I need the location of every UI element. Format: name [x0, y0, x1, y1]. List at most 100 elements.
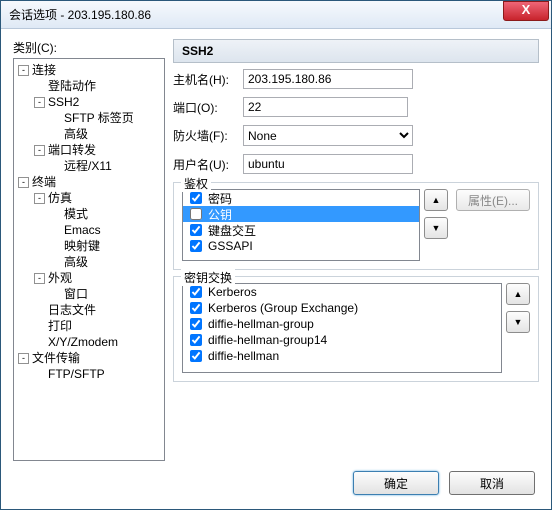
expand-icon[interactable]: -	[34, 273, 45, 284]
auth-title: 鉴权	[181, 175, 211, 192]
expand-icon[interactable]: -	[18, 177, 29, 188]
kex-listbox[interactable]: KerberosKerberos (Group Exchange)diffie-…	[182, 283, 502, 373]
kex-item-label: Kerberos (Group Exchange)	[208, 301, 358, 315]
list-item[interactable]: diffie-hellman-group	[183, 316, 501, 332]
firewall-select[interactable]: None	[243, 125, 413, 146]
tree-node[interactable]: FTP/SFTP	[14, 366, 164, 382]
auth-move-up-button[interactable]: ▲	[424, 189, 448, 211]
tree-node[interactable]: SFTP 标签页	[14, 110, 164, 126]
session-options-dialog: 会话选项 - 203.195.180.86 X 类别(C): -连接登陆动作-S…	[0, 0, 552, 510]
auth-checkbox[interactable]	[190, 192, 202, 204]
expand-icon[interactable]: -	[34, 193, 45, 204]
tree-label: 高级	[64, 254, 88, 270]
username-label: 用户名(U):	[173, 156, 237, 173]
tree-node[interactable]: 窗口	[14, 286, 164, 302]
auth-item-label: 公钥	[208, 206, 232, 223]
cancel-button[interactable]: 取消	[449, 471, 535, 495]
expand-icon[interactable]: -	[18, 65, 29, 76]
list-item[interactable]: diffie-hellman-group14	[183, 332, 501, 348]
tree-node[interactable]: 模式	[14, 206, 164, 222]
auth-checkbox[interactable]	[190, 208, 202, 220]
kex-item-label: diffie-hellman	[208, 349, 279, 363]
tree-node[interactable]: X/Y/Zmodem	[14, 334, 164, 350]
tree-label: 远程/X11	[64, 158, 112, 174]
tree-label: SSH2	[48, 94, 79, 110]
tree-label: 模式	[64, 206, 88, 222]
tree-node[interactable]: -端口转发	[14, 142, 164, 158]
tree-label: Emacs	[64, 222, 101, 238]
tree-node[interactable]: 日志文件	[14, 302, 164, 318]
kex-item-label: diffie-hellman-group14	[208, 333, 327, 347]
expand-icon[interactable]: -	[34, 145, 45, 156]
tree-node[interactable]: 高级	[14, 126, 164, 142]
auth-listbox[interactable]: 密码公钥键盘交互GSSAPI	[182, 189, 420, 261]
list-item[interactable]: Kerberos (Group Exchange)	[183, 300, 501, 316]
tree-node[interactable]: 登陆动作	[14, 78, 164, 94]
kex-group: 密钥交换 KerberosKerberos (Group Exchange)di…	[173, 276, 539, 382]
tree-node[interactable]: -文件传输	[14, 350, 164, 366]
tree-node[interactable]: 远程/X11	[14, 158, 164, 174]
tree-label: 高级	[64, 126, 88, 142]
dialog-body: 类别(C): -连接登陆动作-SSH2SFTP 标签页高级-端口转发远程/X11…	[1, 29, 551, 509]
list-item[interactable]: 公钥	[183, 206, 419, 222]
port-input[interactable]	[243, 97, 408, 117]
firewall-label: 防火墙(F):	[173, 127, 237, 144]
auth-item-label: 密码	[208, 190, 232, 207]
down-arrow-icon: ▼	[432, 223, 441, 233]
host-label: 主机名(H):	[173, 71, 237, 88]
kex-checkbox[interactable]	[190, 334, 202, 346]
tree-node[interactable]: -终端	[14, 174, 164, 190]
category-label: 类别(C):	[13, 39, 165, 56]
tree-label: 文件传输	[32, 350, 80, 366]
list-item[interactable]: diffie-hellman	[183, 348, 501, 364]
tree-label: 窗口	[64, 286, 88, 302]
category-tree[interactable]: -连接登陆动作-SSH2SFTP 标签页高级-端口转发远程/X11-终端-仿真模…	[13, 58, 165, 461]
tree-label: 映射键	[64, 238, 100, 254]
properties-button[interactable]: 属性(E)...	[456, 189, 530, 211]
expand-icon[interactable]: -	[34, 97, 45, 108]
tree-node[interactable]: 高级	[14, 254, 164, 270]
tree-node[interactable]: 打印	[14, 318, 164, 334]
expand-icon[interactable]: -	[18, 353, 29, 364]
auth-move-down-button[interactable]: ▼	[424, 217, 448, 239]
up-arrow-icon: ▲	[432, 195, 441, 205]
kex-item-label: Kerberos	[208, 285, 257, 299]
tree-label: FTP/SFTP	[48, 366, 105, 382]
tree-label: 连接	[32, 62, 56, 78]
list-item[interactable]: 密码	[183, 190, 419, 206]
host-input[interactable]	[243, 69, 413, 89]
tree-label: 仿真	[48, 190, 72, 206]
kex-checkbox[interactable]	[190, 350, 202, 362]
close-icon[interactable]: X	[503, 1, 549, 21]
tree-node[interactable]: 映射键	[14, 238, 164, 254]
tree-node[interactable]: -SSH2	[14, 94, 164, 110]
list-item[interactable]: Kerberos	[183, 284, 501, 300]
titlebar[interactable]: 会话选项 - 203.195.180.86 X	[1, 1, 551, 29]
kex-checkbox[interactable]	[190, 302, 202, 314]
username-input[interactable]	[243, 154, 413, 174]
kex-title: 密钥交换	[181, 269, 235, 286]
tree-label: X/Y/Zmodem	[48, 334, 118, 350]
auth-item-label: 键盘交互	[208, 222, 256, 239]
auth-checkbox[interactable]	[190, 240, 202, 252]
auth-item-label: GSSAPI	[208, 239, 253, 253]
tree-node[interactable]: -仿真	[14, 190, 164, 206]
kex-checkbox[interactable]	[190, 318, 202, 330]
tree-node[interactable]: -外观	[14, 270, 164, 286]
up-arrow-icon: ▲	[514, 289, 523, 299]
window-title: 会话选项 - 203.195.180.86	[9, 6, 503, 23]
list-item[interactable]: 键盘交互	[183, 222, 419, 238]
auth-checkbox[interactable]	[190, 224, 202, 236]
tree-node[interactable]: Emacs	[14, 222, 164, 238]
tree-label: 登陆动作	[48, 78, 96, 94]
kex-checkbox[interactable]	[190, 286, 202, 298]
tree-node[interactable]: -连接	[14, 62, 164, 78]
down-arrow-icon: ▼	[514, 317, 523, 327]
kex-move-up-button[interactable]: ▲	[506, 283, 530, 305]
list-item[interactable]: GSSAPI	[183, 238, 419, 254]
ok-button[interactable]: 确定	[353, 471, 439, 495]
tree-label: 外观	[48, 270, 72, 286]
main-split: 类别(C): -连接登陆动作-SSH2SFTP 标签页高级-端口转发远程/X11…	[13, 39, 539, 461]
kex-move-down-button[interactable]: ▼	[506, 311, 530, 333]
auth-group: 鉴权 密码公钥键盘交互GSSAPI ▲ ▼ 属性(E)...	[173, 182, 539, 270]
